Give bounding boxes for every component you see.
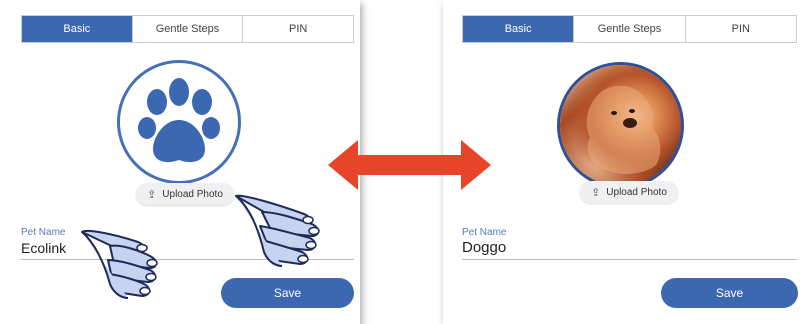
upload-icon: ⇪ (591, 186, 601, 199)
tab-bar: Basic Gentle Steps PIN (462, 15, 797, 43)
upload-icon: ⇪ (147, 188, 157, 201)
right-settings-panel: Basic Gentle Steps PIN ⇪ Upload Photo Pe… (443, 0, 801, 324)
pet-name-label: Pet Name (462, 227, 507, 238)
pointing-hand-icon (235, 194, 320, 267)
paw-icon (138, 78, 220, 163)
avatar[interactable] (117, 60, 241, 184)
pointing-hand-icon (81, 230, 158, 299)
pet-name-underline (462, 259, 797, 260)
tab-gentle-steps[interactable]: Gentle Steps (573, 16, 684, 42)
upload-photo-label: Upload Photo (606, 186, 667, 198)
upload-photo-label: Upload Photo (162, 188, 223, 200)
tab-basic[interactable]: Basic (22, 16, 132, 42)
pet-name-field[interactable]: Ecolink (21, 240, 66, 256)
tab-basic[interactable]: Basic (463, 16, 574, 42)
left-settings-panel: Basic Gentle Steps PIN ⇪ Upload Photo Pe… (0, 0, 360, 324)
upload-photo-button[interactable]: ⇪ Upload Photo (136, 183, 234, 205)
upload-photo-button[interactable]: ⇪ Upload Photo (580, 181, 678, 203)
dog-silhouette (586, 85, 661, 174)
tab-bar: Basic Gentle Steps PIN (21, 15, 354, 43)
tab-gentle-steps[interactable]: Gentle Steps (131, 16, 243, 42)
tab-pin[interactable]: PIN (242, 16, 353, 42)
pet-name-label: Pet Name (21, 227, 66, 238)
save-button[interactable]: Save (661, 278, 798, 308)
save-button[interactable]: Save (221, 278, 354, 308)
double-arrow-icon (328, 140, 491, 190)
tab-pin[interactable]: PIN (684, 16, 796, 42)
pet-name-field[interactable]: Doggo (462, 239, 506, 256)
avatar[interactable] (557, 62, 684, 189)
